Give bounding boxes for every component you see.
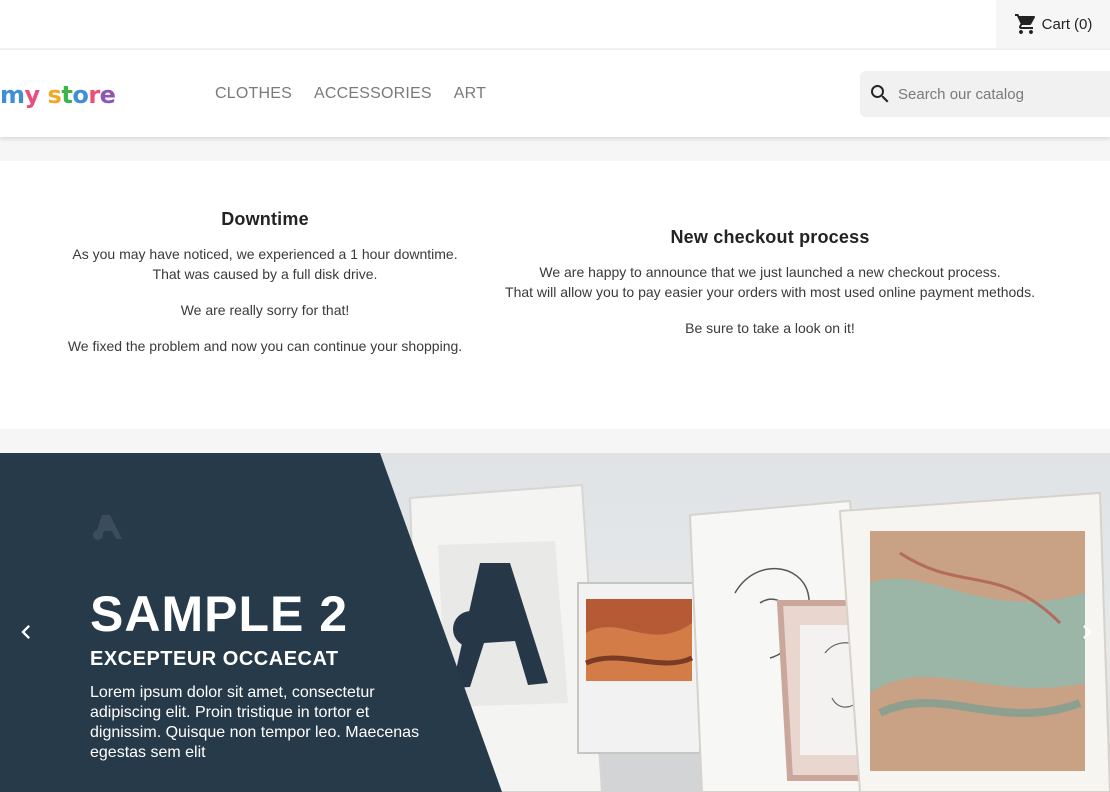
- logo-letter: t: [61, 81, 73, 109]
- checkout-line-2: That will allow you to pay easier your o…: [505, 284, 1035, 300]
- slide-description: Lorem ipsum dolor sit amet, consectetur …: [90, 684, 420, 761]
- checkout-line-1: We are happy to announce that we just la…: [539, 264, 1001, 280]
- brand-mark-icon: [93, 515, 122, 540]
- downtime-title: Downtime: [221, 209, 309, 229]
- slider-next-button[interactable]: [1072, 617, 1102, 647]
- downtime-paragraph-1: As you may have noticed, we experienced …: [30, 244, 500, 284]
- store-logo[interactable]: my store: [0, 80, 116, 110]
- checkout-notice: New checkout process We are happy to ann…: [470, 227, 1070, 354]
- downtime-paragraph-2: We are really sorry for that!: [180, 302, 350, 318]
- slide-title: SAMPLE 2: [90, 586, 349, 642]
- checkout-paragraph-1: We are happy to announce that we just la…: [470, 262, 1070, 302]
- downtime-notice: Downtime As you may have noticed, we exp…: [30, 209, 500, 372]
- logo-letter: o: [72, 81, 89, 109]
- cart-label: Cart: [1041, 15, 1070, 33]
- slide-caption: SAMPLE 2 EXCEPTEUR OCCAECAT Lorem ipsum …: [90, 513, 420, 763]
- chevron-left-icon: [21, 625, 30, 639]
- nav-item-accessories[interactable]: ACCESSORIES: [314, 85, 432, 103]
- logo-letter: y: [24, 81, 41, 109]
- downtime-line-2: That was caused by a full disk drive.: [152, 266, 378, 282]
- downtime-line-1: As you may have noticed, we experienced …: [72, 246, 458, 262]
- slider-prev-button[interactable]: [11, 617, 41, 647]
- chevron-right-icon: [1083, 625, 1092, 639]
- nav-item-art[interactable]: ART: [454, 85, 486, 103]
- slide-subtitle: EXCEPTEUR OCCAECAT: [90, 648, 339, 670]
- image-slider[interactable]: SAMPLE 2 EXCEPTEUR OCCAECAT Lorem ipsum …: [0, 453, 1110, 792]
- cart-button[interactable]: Cart (0): [996, 0, 1110, 48]
- logo-letter: r: [88, 81, 100, 109]
- top-bar: Cart (0): [0, 0, 1110, 48]
- cart-count: (0): [1074, 15, 1093, 33]
- search-box: [860, 71, 1110, 117]
- logo-letter: m: [0, 81, 25, 109]
- checkout-paragraph-2: Be sure to take a look on it!: [685, 320, 855, 336]
- nav-item-clothes[interactable]: CLOTHES: [215, 85, 292, 103]
- shopping-cart-icon: [1014, 14, 1035, 34]
- logo-letter: s: [47, 81, 62, 109]
- main-nav: CLOTHES ACCESSORIES ART: [215, 50, 486, 138]
- logo-letter: [40, 81, 48, 109]
- checkout-title: New checkout process: [670, 227, 870, 247]
- logo-letter: e: [99, 81, 116, 109]
- news-section: Downtime As you may have noticed, we exp…: [0, 161, 1110, 429]
- downtime-paragraph-3: We fixed the problem and now you can con…: [67, 338, 463, 354]
- header: my store CLOTHES ACCESSORIES ART: [0, 49, 1110, 137]
- search-input[interactable]: [898, 85, 1088, 103]
- search-icon[interactable]: [868, 82, 892, 106]
